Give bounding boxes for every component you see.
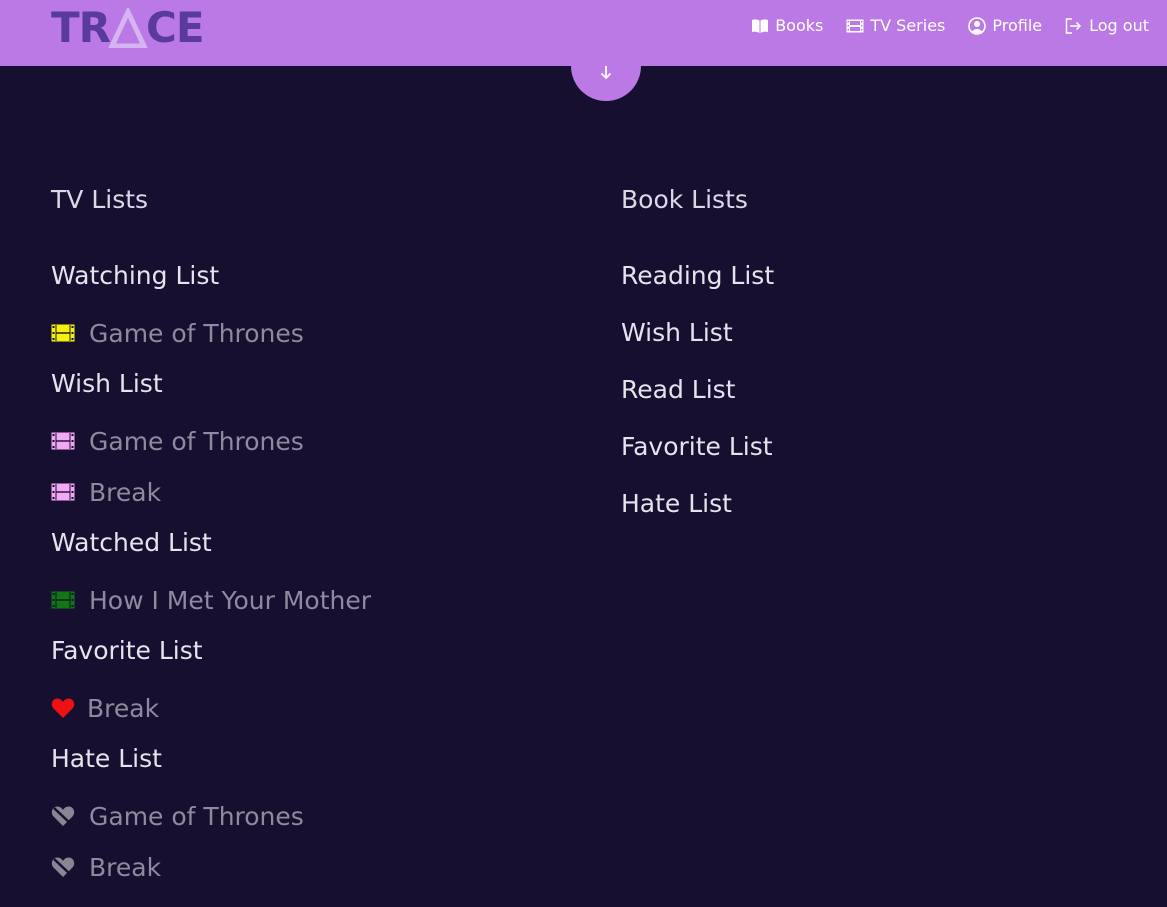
book-lists-section: Book Lists Reading List Wish List Read L… (621, 182, 1121, 543)
nav-links: Books TV Series Profile Log out (751, 16, 1149, 35)
book-wish-list-heading[interactable]: Wish List (621, 315, 1121, 351)
tv-hate-item-title: Break (89, 852, 162, 882)
nav-tv-series-label: TV Series (870, 16, 946, 35)
trace-logo[interactable]: TR CE (51, 3, 205, 52)
nav-logout-link[interactable]: Log out (1065, 16, 1149, 35)
tv-hate-list-heading[interactable]: Hate List (51, 741, 591, 777)
scroll-down-button[interactable] (571, 31, 641, 101)
tv-watched-list-heading[interactable]: Watched List (51, 525, 591, 561)
heart-icon (51, 695, 75, 721)
tv-watching-item[interactable]: Game of Thrones (51, 315, 591, 351)
tv-hate-item-title: Game of Thrones (89, 801, 304, 831)
nav-books-label: Books (775, 16, 824, 35)
book-read-list-heading[interactable]: Read List (621, 372, 1121, 408)
book-reading-list-heading[interactable]: Reading List (621, 258, 1121, 294)
tv-favorite-item-title: Break (87, 693, 160, 723)
tv-watching-list-heading[interactable]: Watching List (51, 258, 591, 294)
tv-favorite-list-heading[interactable]: Favorite List (51, 633, 591, 669)
tv-watching-item-title: Game of Thrones (89, 318, 304, 348)
tv-wish-item[interactable]: Break (51, 474, 591, 510)
broken-heart-icon (51, 854, 77, 880)
book-favorite-list-heading[interactable]: Favorite List (621, 429, 1121, 465)
tv-wish-item-title: Break (89, 477, 162, 507)
film-icon (51, 587, 77, 613)
tv-hate-item[interactable]: Game of Thrones (51, 798, 591, 834)
arrow-down-icon (600, 66, 612, 80)
nav-profile-link[interactable]: Profile (968, 16, 1042, 35)
tv-wish-item-title: Game of Thrones (89, 426, 304, 456)
book-lists-title: Book Lists (621, 185, 748, 214)
book-hate-list-heading[interactable]: Hate List (621, 486, 1121, 522)
film-icon (51, 320, 77, 346)
nav-logout-label: Log out (1089, 16, 1149, 35)
user-circle-icon (968, 16, 987, 35)
film-icon (51, 428, 77, 454)
film-icon (51, 479, 77, 505)
nav-books-link[interactable]: Books (751, 16, 823, 35)
film-icon (846, 19, 864, 32)
tv-wish-list-heading[interactable]: Wish List (51, 366, 591, 402)
logo-text-right: CE (146, 3, 205, 52)
broken-heart-icon (51, 803, 77, 829)
tv-favorite-item[interactable]: Break (51, 690, 591, 726)
nav-profile-label: Profile (992, 16, 1043, 35)
open-book-icon (752, 18, 769, 33)
logo-text-left: TR (51, 3, 111, 52)
nav-tv-series-link[interactable]: TV Series (846, 16, 945, 35)
logout-icon (1065, 17, 1082, 34)
tv-wish-item[interactable]: Game of Thrones (51, 423, 591, 459)
logo-triangle-icon (108, 8, 148, 48)
tv-lists-title: TV Lists (51, 185, 149, 214)
tv-watched-item[interactable]: How I Met Your Mother (51, 582, 591, 618)
tv-hate-item[interactable]: Break (51, 849, 591, 885)
tv-lists-section: TV Lists Watching List Game of Thrones W… (51, 182, 591, 900)
tv-watched-item-title: How I Met Your Mother (89, 585, 371, 615)
